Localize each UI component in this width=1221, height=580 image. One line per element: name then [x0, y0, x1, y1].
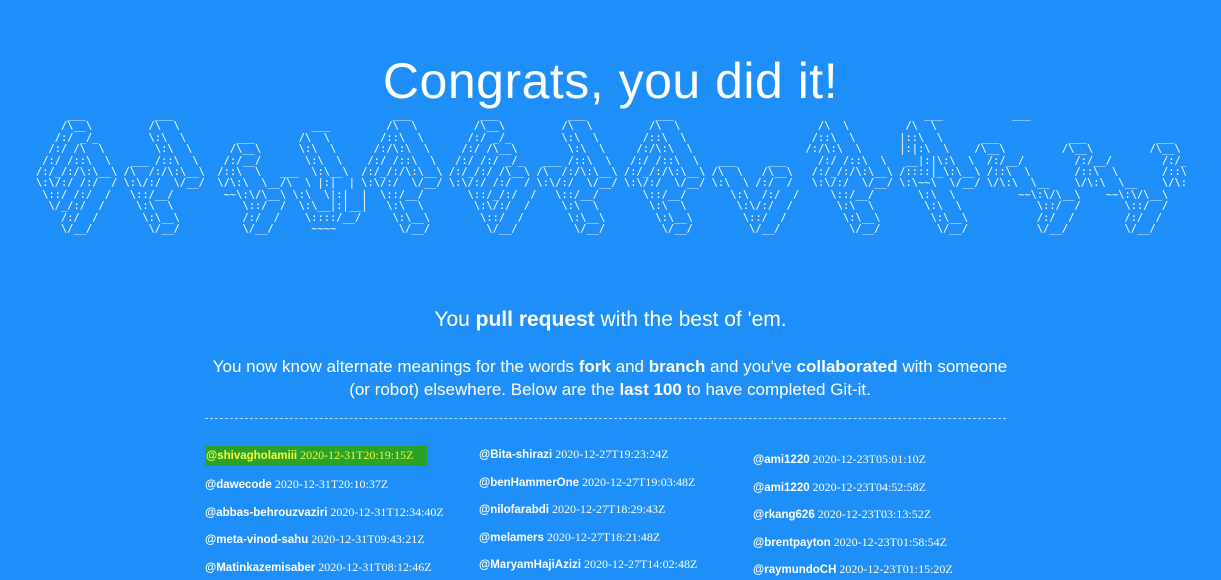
completion-timestamp: 2020-12-31T20:19:15Z	[300, 448, 414, 462]
completion-timestamp: 2020-12-31T12:34:40Z	[330, 504, 444, 519]
page-title: Congrats, you did it!	[382, 52, 839, 109]
user-link[interactable]: @brentpayton	[753, 537, 831, 549]
description-text-3: and you've	[705, 357, 797, 376]
user-link[interactable]: @meta-vinod-sahu	[205, 534, 308, 546]
completion-entry: @brentpayton 2020-12-23T01:58:54Z	[753, 535, 953, 563]
description-bold-fork: fork	[578, 357, 611, 376]
completion-entry: @nilofarabdi 2020-12-27T18:29:43Z	[479, 502, 697, 530]
user-link[interactable]: @raymundoCH	[753, 564, 836, 576]
completion-entry: @ami1220 2020-12-23T05:01:10Z	[753, 452, 953, 480]
completion-entry: @benHammerOne 2020-12-27T19:03:48Z	[479, 475, 697, 503]
completion-entry: @MaryamHajiAzizi 2020-12-27T14:02:48Z	[479, 557, 697, 580]
tagline: You pull request with the best of 'em.	[0, 308, 1221, 332]
completion-entry: @ami1220 2020-12-23T04:52:58Z	[753, 480, 953, 508]
completion-entry: @abbas-behrouzvaziri 2020-12-31T12:34:40…	[205, 505, 444, 533]
completions-column-3: @ami1220 2020-12-23T05:01:10Z @ami1220 2…	[753, 452, 953, 580]
completion-timestamp: 2020-12-23T04:52:58Z	[812, 479, 926, 494]
user-link[interactable]: @Matinkazemisaber	[205, 562, 315, 574]
completion-timestamp: 2020-12-23T03:13:52Z	[817, 507, 932, 521]
ascii-art-banner: ___ ___ ___ ___ ___ ___ ___ ___ /\__\ /\…	[36, 110, 1186, 236]
description-bold-last-100: last 100	[619, 380, 682, 399]
user-link[interactable]: @dawecode	[205, 479, 272, 491]
completion-timestamp: 2020-12-31T09:43:21Z	[311, 532, 425, 546]
user-link[interactable]: @Bita-shirazi	[479, 449, 552, 461]
description-bold-branch: branch	[648, 357, 706, 376]
completion-entry: @raymundoCH 2020-12-23T01:15:20Z	[753, 562, 953, 580]
completion-entry-highlighted: @shivagholamiii 2020-12-31T20:19:15Z	[205, 446, 428, 466]
completion-timestamp: 2020-12-27T19:03:48Z	[582, 474, 696, 489]
description-text-1: You now know alternate meanings for the …	[212, 357, 579, 376]
completion-entry: @Matinkazemisaber 2020-12-31T08:12:46Z	[205, 560, 444, 580]
description: You now know alternate meanings for the …	[200, 355, 1020, 401]
completions-column-2: @Bita-shirazi 2020-12-27T19:23:24Z @benH…	[479, 447, 697, 580]
description-text-5: to have completed Git-it.	[681, 380, 871, 399]
user-link[interactable]: @melamers	[479, 532, 544, 544]
user-link[interactable]: @benHammerOne	[479, 477, 579, 489]
user-link[interactable]: @nilofarabdi	[479, 504, 549, 516]
tagline-bold: pull request	[475, 308, 595, 331]
completion-timestamp: 2020-12-23T01:15:20Z	[839, 562, 953, 576]
dashed-divider	[205, 418, 1006, 419]
completion-entry: @rkang626 2020-12-23T03:13:52Z	[753, 507, 953, 535]
description-text-2: and	[610, 357, 649, 376]
completion-timestamp: 2020-12-27T19:23:24Z	[555, 447, 669, 461]
completions-column-1: @shivagholamiii 2020-12-31T20:19:15Z @da…	[205, 446, 444, 580]
completion-timestamp: 2020-12-31T20:10:37Z	[274, 477, 389, 491]
description-bold-collaborated: collaborated	[796, 357, 898, 376]
tagline-text-start: You	[434, 308, 476, 331]
completion-timestamp: 2020-12-31T08:12:46Z	[318, 559, 432, 574]
completion-entry: @melamers 2020-12-27T18:21:48Z	[479, 530, 697, 558]
user-link[interactable]: @shivagholamiii	[206, 450, 297, 462]
completion-entry: @Bita-shirazi 2020-12-27T19:23:24Z	[479, 447, 697, 475]
tagline-text-end: with the best of 'em.	[594, 308, 787, 331]
user-link[interactable]: @abbas-behrouzvaziri	[205, 507, 327, 519]
completion-timestamp: 2020-12-27T18:29:43Z	[552, 502, 666, 516]
user-link[interactable]: @MaryamHajiAzizi	[479, 559, 581, 571]
user-link[interactable]: @rkang626	[753, 509, 815, 521]
completion-entry: @meta-vinod-sahu 2020-12-31T09:43:21Z	[205, 532, 444, 560]
completion-timestamp: 2020-12-27T14:02:48Z	[583, 557, 698, 571]
congrats-page: Congrats, you did it! ___ ___ ___ ___ __…	[0, 0, 1221, 580]
completion-timestamp: 2020-12-27T18:21:48Z	[546, 529, 661, 544]
completion-entry: @dawecode 2020-12-31T20:10:37Z	[205, 477, 444, 505]
completion-timestamp: 2020-12-23T01:58:54Z	[833, 534, 947, 549]
user-link[interactable]: @ami1220	[753, 482, 810, 494]
completion-timestamp: 2020-12-23T05:01:10Z	[812, 452, 926, 466]
user-link[interactable]: @ami1220	[753, 454, 810, 466]
